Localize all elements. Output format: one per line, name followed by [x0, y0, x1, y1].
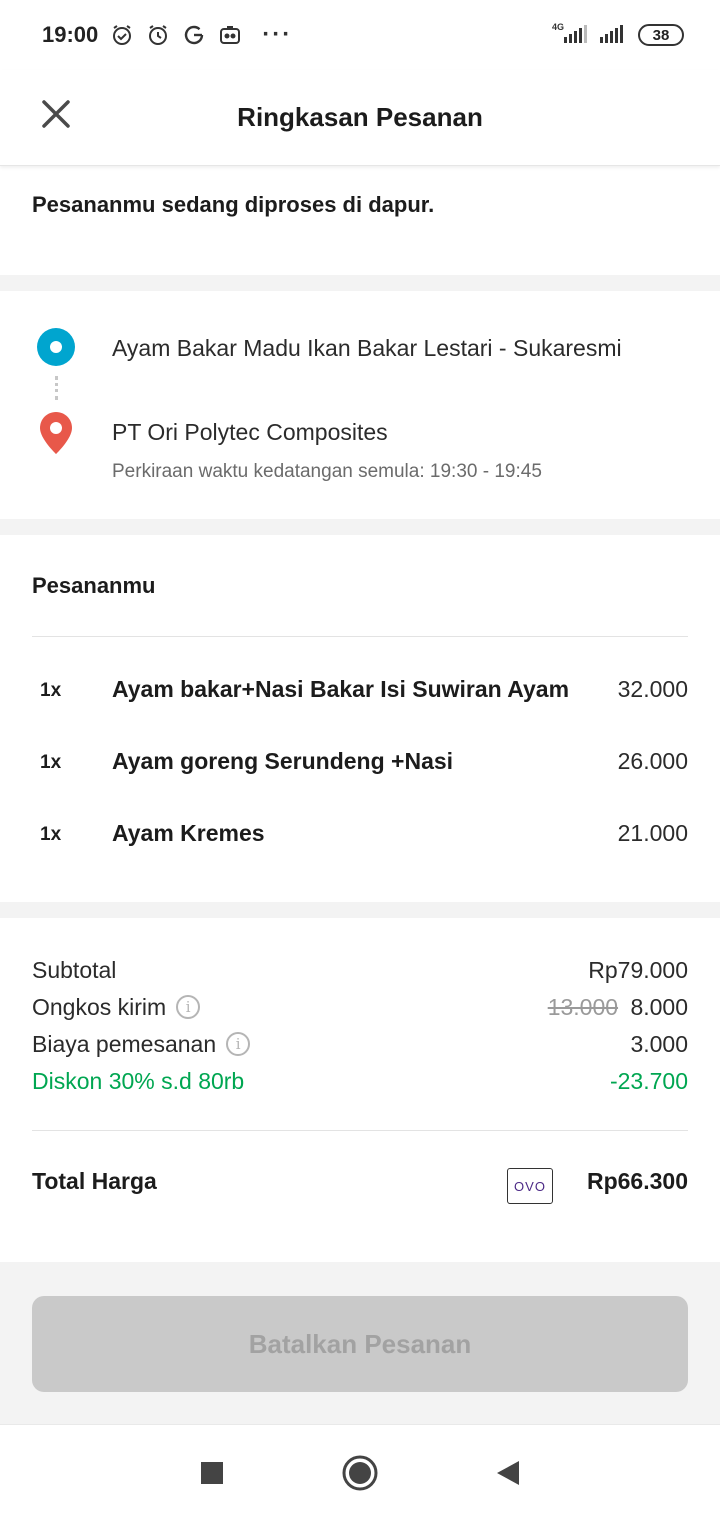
orders-divider — [32, 636, 688, 637]
discount-label: Diskon 30% s.d 80rb — [32, 1067, 245, 1094]
summary-divider — [32, 1130, 688, 1131]
section-divider — [0, 902, 720, 918]
subtotal-label: Subtotal — [32, 956, 117, 983]
order-item-qty: 1x — [40, 824, 62, 845]
delivery-fee-label: Ongkos kirim — [32, 993, 167, 1020]
order-status-message: Pesananmu sedang diproses di dapur. — [32, 192, 435, 217]
triangle-back-icon — [497, 1460, 519, 1485]
order-item: 1x Ayam goreng Serundeng +Nasi 26.000 — [0, 746, 720, 786]
subtotal-row: Subtotal Rp79.000 — [32, 954, 688, 986]
order-item: 1x Ayam bakar+Nasi Bakar Isi Suwiran Aya… — [0, 674, 720, 714]
order-item-name: Ayam Kremes — [112, 820, 265, 846]
signal-4g-icon: 4G — [550, 21, 590, 50]
info-icon[interactable]: i — [176, 995, 201, 1019]
order-fee-label: Biaya pemesanan — [32, 1030, 217, 1057]
destination-name: PT Ori Polytec Composites — [112, 419, 388, 445]
cancel-area: Batalkan Pesanan — [0, 1262, 720, 1424]
google-icon — [182, 23, 206, 47]
discount-row: Diskon 30% s.d 80rb -23.700 — [32, 1065, 688, 1097]
delivery-fee-original: 13.000 — [547, 993, 619, 1020]
square-icon — [201, 1461, 223, 1484]
svg-text:4G: 4G — [552, 22, 564, 32]
status-notification-icons: ··· — [110, 21, 292, 49]
status-system-icons: 4G 38 — [550, 21, 684, 50]
estimated-arrival: Perkiraan waktu kedatangan semula: 19:30… — [112, 461, 542, 482]
order-item: 1x Ayam Kremes 21.000 — [0, 818, 720, 858]
circle-icon — [342, 1455, 378, 1490]
recent-apps-button[interactable] — [188, 1449, 236, 1497]
order-fee-value: 3.000 — [630, 1030, 688, 1057]
order-item-price: 21.000 — [617, 820, 688, 846]
signal-icon — [598, 21, 630, 50]
home-button[interactable] — [336, 1449, 384, 1497]
status-bar: 19:00 ··· 4G 38 — [0, 0, 720, 70]
back-button[interactable] — [484, 1449, 532, 1497]
tripadvisor-icon — [218, 23, 242, 47]
order-fee-row: Biaya pemesanan i 3.000 — [32, 1028, 688, 1060]
restaurant-name: Ayam Bakar Madu Ikan Bakar Lestari - Suk… — [112, 335, 622, 361]
order-item-qty: 1x — [40, 752, 62, 773]
delivery-fee-row: Ongkos kirim i 13.000 8.000 — [32, 991, 688, 1023]
route-connector — [55, 376, 58, 400]
app-header: Ringkasan Pesanan — [0, 70, 720, 166]
orders-title: Pesananmu — [32, 573, 156, 598]
order-item-price: 32.000 — [617, 676, 688, 702]
system-nav-bar — [0, 1424, 720, 1520]
ovo-payment-badge: OVO — [507, 1168, 553, 1204]
info-icon[interactable]: i — [226, 1032, 251, 1056]
close-icon — [42, 100, 70, 128]
discount-value: -23.700 — [609, 1067, 688, 1094]
order-item-name: Ayam bakar+Nasi Bakar Isi Suwiran Ayam — [112, 676, 570, 702]
total-label: Total Harga — [32, 1168, 157, 1194]
page-title: Ringkasan Pesanan — [237, 102, 483, 132]
close-button[interactable] — [36, 94, 76, 134]
status-time: 19:00 — [42, 22, 99, 47]
delivery-fee-value: 8.000 — [630, 993, 688, 1020]
section-divider — [0, 275, 720, 291]
origin-dot-icon — [37, 328, 75, 366]
section-divider — [0, 519, 720, 535]
alarm-clock-icon — [146, 23, 170, 47]
subtotal-value: Rp79.000 — [588, 956, 688, 983]
total-value: Rp66.300 — [586, 1168, 688, 1194]
location-pin-icon — [40, 412, 72, 454]
order-item-price: 26.000 — [617, 748, 688, 774]
more-notifications-icon: ··· — [262, 21, 293, 48]
cancel-order-button[interactable]: Batalkan Pesanan — [32, 1296, 688, 1392]
order-item-name: Ayam goreng Serundeng +Nasi — [112, 748, 454, 774]
order-item-qty: 1x — [40, 680, 62, 701]
battery-icon: 38 — [638, 24, 684, 46]
alarm-check-icon — [110, 23, 134, 47]
